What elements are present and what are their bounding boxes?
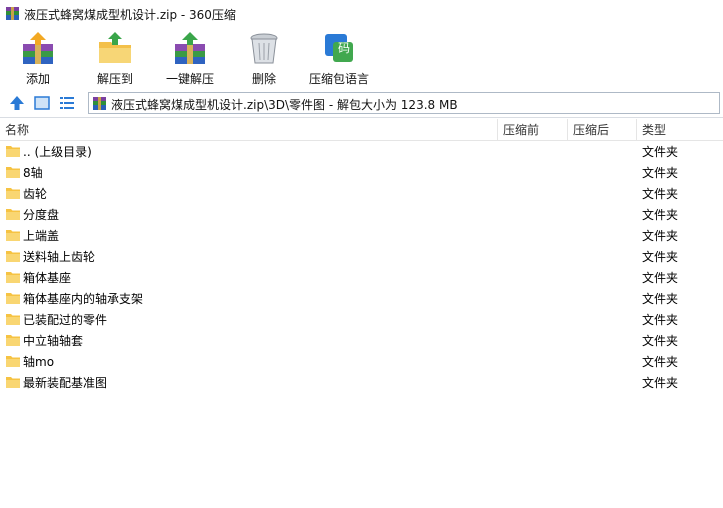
file-type: 文件夹: [642, 208, 679, 222]
file-name: 最新装配基准图: [23, 376, 108, 390]
column-type[interactable]: 类型: [636, 119, 723, 141]
list-item[interactable]: 上端盖 文件夹: [0, 225, 723, 246]
winrar-archive-icon: [6, 7, 19, 20]
file-name: 齿轮: [23, 187, 48, 201]
title-bar: 液压式蜂窝煤成型机设计.zip - 360压缩: [0, 0, 723, 28]
column-unpacked[interactable]: 压缩后: [567, 119, 636, 141]
divider: [0, 117, 723, 118]
zip-archive-icon: [93, 97, 106, 110]
file-name: 8轴: [23, 166, 43, 180]
folder-icon: [6, 335, 20, 346]
address-bar[interactable]: 液压式蜂窝煤成型机设计.zip\3D\零件图 - 解包大小为 123.8 MB: [88, 92, 720, 114]
trash-bin-icon: [250, 33, 278, 64]
folder-icon: [6, 209, 20, 220]
list-item[interactable]: 最新装配基准图 文件夹: [0, 372, 723, 393]
file-type: 文件夹: [642, 166, 679, 180]
one-click-extract-icon: [175, 32, 205, 64]
add-button[interactable]: 添加: [10, 28, 66, 88]
add-button-label: 添加: [25, 72, 50, 86]
large-icon-view-icon[interactable]: [33, 94, 51, 112]
file-name: 轴mo: [23, 355, 55, 369]
delete-button-label: 删除: [251, 72, 276, 86]
extract-to-button-label: 解压到: [96, 72, 133, 86]
list-item[interactable]: 箱体基座内的轴承支架 文件夹: [0, 288, 723, 309]
file-name: 已装配过的零件: [23, 313, 108, 327]
folder-icon: [6, 293, 20, 304]
list-item[interactable]: 箱体基座 文件夹: [0, 267, 723, 288]
file-name: 上端盖: [23, 229, 60, 243]
column-name[interactable]: 名称: [0, 119, 497, 141]
folder-icon: [6, 251, 20, 262]
folder-icon: [6, 167, 20, 178]
archive-language-button-label: 压缩包语言: [308, 72, 369, 86]
file-type: 文件夹: [642, 271, 679, 285]
window-title: 液压式蜂窝煤成型机设计.zip - 360压缩: [24, 8, 236, 22]
file-name: 分度盘: [23, 208, 60, 222]
list-view-icon[interactable]: [58, 94, 76, 112]
list-item[interactable]: 轴mo 文件夹: [0, 351, 723, 372]
column-packed[interactable]: 压缩前: [497, 119, 567, 141]
folder-icon: [6, 272, 20, 283]
svg-text:码: 码: [338, 41, 350, 55]
archive-language-button[interactable]: 码 压缩包语言: [304, 28, 374, 88]
file-type: 文件夹: [642, 145, 679, 159]
file-type: 文件夹: [642, 292, 679, 306]
list-item[interactable]: 齿轮 文件夹: [0, 183, 723, 204]
folder-icon: [6, 377, 20, 388]
archive-language-icon: 码: [325, 34, 353, 62]
list-item[interactable]: 8轴 文件夹: [0, 162, 723, 183]
address-row: 液压式蜂窝煤成型机设计.zip\3D\零件图 - 解包大小为 123.8 MB: [0, 90, 723, 116]
folder-icon: [6, 230, 20, 241]
extract-to-button[interactable]: 解压到: [86, 28, 144, 88]
file-name: 送料轴上齿轮: [23, 250, 96, 264]
up-arrow-icon[interactable]: [8, 94, 26, 112]
file-type: 文件夹: [642, 250, 679, 264]
file-type: 文件夹: [642, 355, 679, 369]
folder-icon: [6, 146, 20, 157]
folder-icon: [6, 314, 20, 325]
file-type: 文件夹: [642, 187, 679, 201]
file-type: 文件夹: [642, 229, 679, 243]
one-click-extract-button[interactable]: 一键解压: [160, 28, 220, 88]
file-type: 文件夹: [642, 313, 679, 327]
toolbar: 添加 解压到 一键解压 删除 码 压缩包语言: [0, 28, 723, 88]
extract-folder-icon: [99, 32, 131, 63]
file-type: 文件夹: [642, 334, 679, 348]
list-item[interactable]: .. (上级目录) 文件夹: [0, 141, 723, 162]
one-click-extract-button-label: 一键解压: [165, 72, 214, 86]
folder-icon: [6, 188, 20, 199]
file-name: 中立轴轴套: [23, 334, 84, 348]
list-item[interactable]: 送料轴上齿轮 文件夹: [0, 246, 723, 267]
folder-icon: [6, 356, 20, 367]
list-item[interactable]: 已装配过的零件 文件夹: [0, 309, 723, 330]
add-books-icon: [23, 32, 53, 64]
file-type: 文件夹: [642, 376, 679, 390]
file-name: 箱体基座内的轴承支架: [23, 292, 144, 306]
file-name: .. (上级目录): [23, 145, 92, 159]
list-item[interactable]: 中立轴轴套 文件夹: [0, 330, 723, 351]
column-header: 名称 压缩前 压缩后 类型: [0, 119, 723, 141]
list-item[interactable]: 分度盘 文件夹: [0, 204, 723, 225]
delete-button[interactable]: 删除: [238, 28, 290, 88]
address-path: 液压式蜂窝煤成型机设计.zip\3D\零件图 - 解包大小为 123.8 MB: [111, 98, 458, 112]
file-name: 箱体基座: [23, 271, 72, 285]
